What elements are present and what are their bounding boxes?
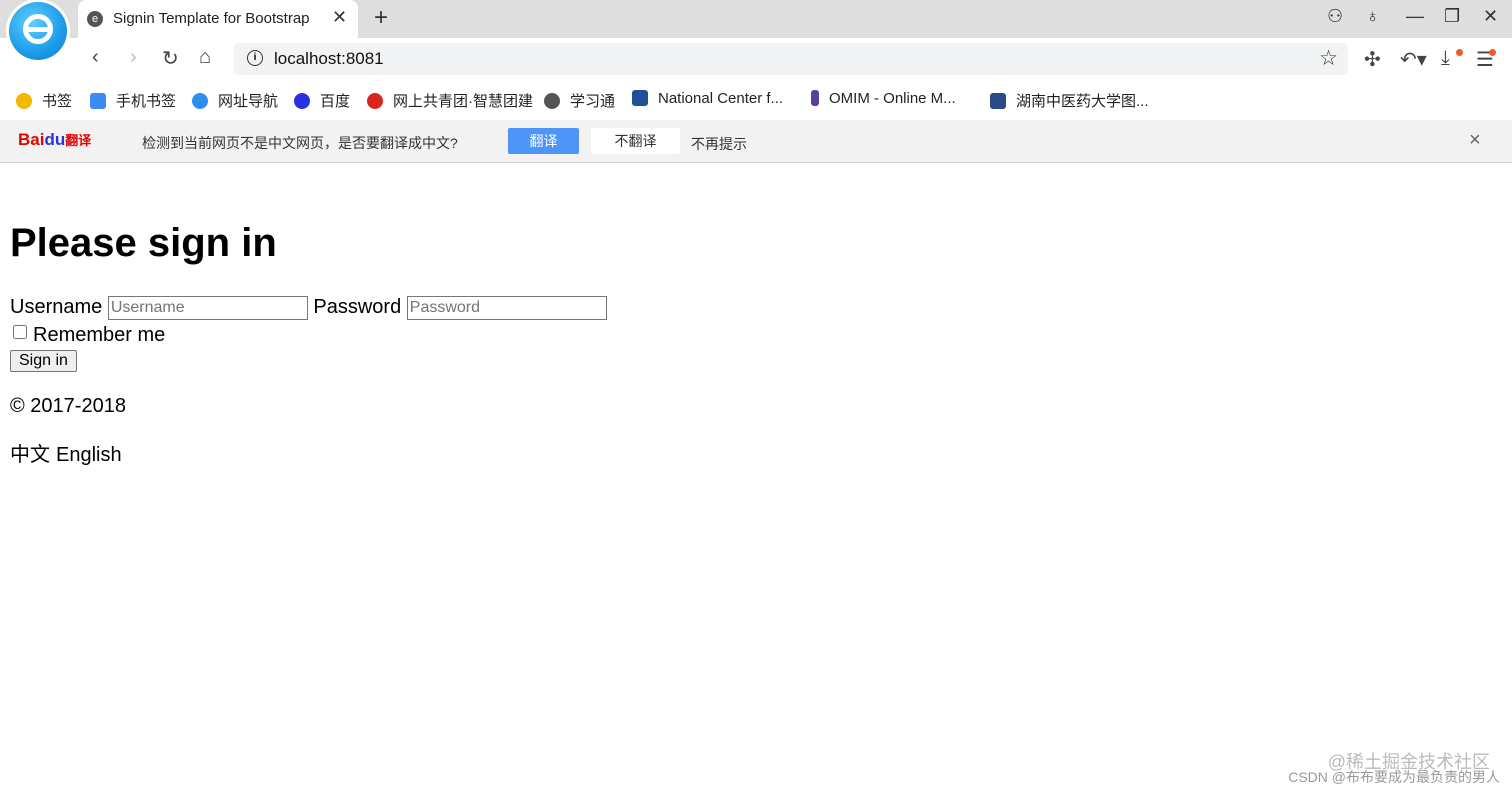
star-bookmark-icon [16,93,32,109]
address-text[interactable]: localhost:8081 [274,49,384,69]
bookmark-item[interactable]: National Center f... [632,90,783,107]
nav-site-icon [192,93,208,109]
skin-shirt-icon[interactable]: ♁ [1366,6,1380,27]
download-badge [1456,49,1463,56]
baidu-paw-icon [294,93,310,109]
browser-tab[interactable]: e Signin Template for Bootstrap ✕ [78,0,358,38]
baidu-translate-logo: Baidu翻译 [18,130,92,149]
tab-favicon-icon: e [87,11,103,27]
translate-close-icon[interactable]: × [1469,129,1481,152]
tab-title: Signin Template for Bootstrap [113,10,310,27]
xuexitong-icon [544,93,560,109]
signin-button[interactable]: Sign in [10,350,77,372]
lang-en-link[interactable]: English [56,444,122,466]
browser-toolbar: ‹ › ↻ ⌂ i localhost:8081 ☆ ✣ ↶▾ ⤓ ☰ [0,38,1512,82]
translate-bar: Baidu翻译 检测到当前网页不是中文网页，是否要翻译成中文? 翻译 不翻译 不… [0,120,1512,163]
bookmark-item[interactable]: 学习通 [544,90,615,111]
address-bar[interactable]: i localhost:8081 ☆ [234,43,1348,75]
close-window-icon[interactable]: ✕ [1483,6,1498,27]
extensions-icon[interactable]: ✣ [1364,47,1381,72]
username-input[interactable] [107,296,308,320]
bookmark-item[interactable]: 网上共青团·智慧团建 [367,90,533,111]
browser-logo-icon[interactable] [9,2,67,60]
no-translate-button[interactable]: 不翻译 [591,128,680,154]
youth-league-icon [367,93,383,109]
watermark-csdn: CSDN @布布要成为最负责的男人 [1288,769,1500,785]
password-label: Password [313,296,402,318]
translate-button[interactable]: 翻译 [508,128,579,154]
download-icon[interactable]: ⤓ [1441,47,1450,70]
bookmarks-bar: 书签 手机书签 网址导航 百度 网上共青团·智慧团建 学习通 National … [0,82,1512,118]
bookmark-item[interactable]: 网址导航 [192,90,278,111]
undo-close-tab-icon[interactable]: ↶▾ [1400,47,1427,72]
tab-close-icon[interactable]: ✕ [332,7,347,28]
back-icon[interactable]: ‹ [92,46,99,69]
reload-icon[interactable]: ↻ [162,46,179,71]
lang-zh-link[interactable]: 中文 [10,444,50,466]
restore-icon[interactable]: ❐ [1444,6,1460,27]
forward-icon[interactable]: › [130,46,137,69]
university-library-icon [990,93,1006,109]
menu-badge [1489,49,1496,56]
bookmark-item[interactable]: 书签 [16,90,72,111]
minimize-icon[interactable]: — [1406,6,1424,27]
bookmark-item[interactable]: 手机书签 [90,90,176,111]
page-title: Please sign in [10,221,277,265]
signin-form-row: Username Password [10,296,607,320]
bookmark-item[interactable]: 湖南中医药大学图... [990,90,1149,111]
mobile-bookmark-icon [90,93,106,109]
remember-row: Remember me [10,324,165,347]
new-tab-icon[interactable]: + [374,4,388,32]
never-prompt-link[interactable]: 不再提示 [691,134,747,154]
bookmark-item[interactable]: 百度 [294,90,350,111]
home-icon[interactable]: ⌂ [199,46,211,69]
remember-checkbox[interactable] [13,325,27,339]
password-input[interactable] [406,296,607,320]
username-label: Username [10,296,103,318]
page-content: Please sign in Username Password Remembe… [10,163,1500,763]
ncbi-icon [632,90,648,106]
language-switcher: 中文 English [10,438,128,467]
incognito-icon[interactable]: ⚇ [1327,6,1343,27]
tab-strip: e Signin Template for Bootstrap ✕ + ⚇ ♁ … [0,0,1512,38]
translate-message: 检测到当前网页不是中文网页，是否要翻译成中文? [142,135,458,151]
site-info-icon[interactable]: i [247,50,263,66]
bookmark-star-icon[interactable]: ☆ [1319,46,1338,71]
bookmark-item[interactable]: OMIM - Online M... [811,90,956,107]
remember-label: Remember me [33,324,166,346]
copyright-text: © 2017-2018 [10,395,126,417]
omim-dna-icon [811,90,819,106]
